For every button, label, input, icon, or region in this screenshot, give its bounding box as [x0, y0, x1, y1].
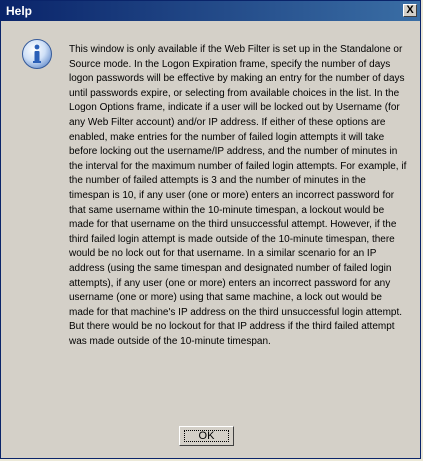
- help-message: This window is only available if the Web…: [69, 44, 407, 347]
- info-icon: [22, 39, 52, 69]
- title-bar[interactable]: Help X: [1, 1, 420, 21]
- ok-button[interactable]: OK: [179, 426, 234, 446]
- help-dialog: Help X This window is only available if …: [0, 0, 421, 459]
- ok-button-label: OK: [198, 430, 215, 442]
- window-title: Help: [6, 4, 33, 18]
- close-button[interactable]: X: [403, 4, 417, 17]
